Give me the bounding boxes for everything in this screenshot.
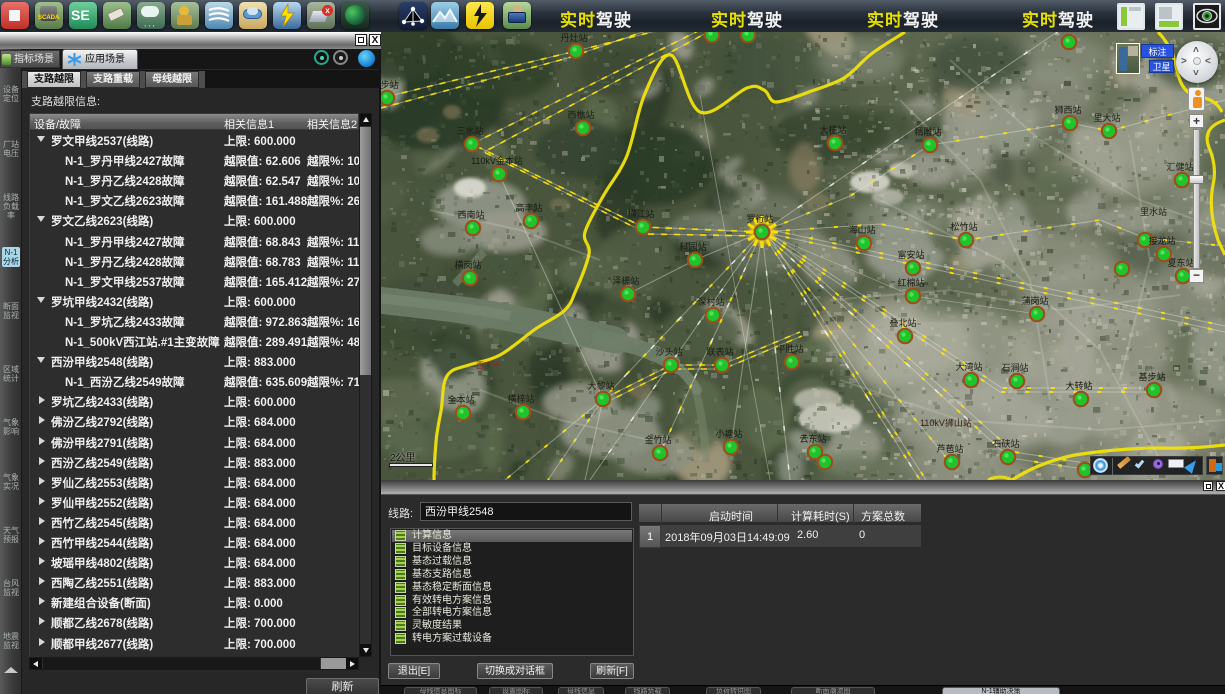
svg-text:红棉站: 红棉站	[897, 277, 924, 288]
svg-text:科园站: 科园站	[679, 241, 706, 252]
svg-text:大转站: 大转站	[1065, 380, 1092, 391]
svg-text:夏东站: 夏东站	[1167, 257, 1194, 268]
svg-text:海山站: 海山站	[848, 224, 875, 235]
svg-text:富安站: 富安站	[897, 249, 924, 260]
svg-text:大黎站: 大黎站	[587, 380, 614, 391]
svg-text:狮西站: 狮西站	[1054, 104, 1081, 115]
svg-text:石硖站: 石硖站	[992, 438, 1019, 449]
svg-text:汇健站: 汇健站	[1166, 161, 1193, 172]
svg-text:大榄站: 大榄站	[819, 124, 846, 135]
svg-text:接龙站: 接龙站	[1148, 235, 1175, 246]
svg-text:三水站: 三水站	[456, 125, 483, 136]
svg-text:110kV狮山站: 110kV狮山站	[920, 417, 972, 428]
svg-text:平胜站: 平胜站	[776, 343, 803, 354]
svg-text:基步站: 基步站	[1138, 371, 1165, 382]
svg-text:糈雕站: 糈雕站	[914, 126, 941, 137]
svg-text:高丰站: 高丰站	[515, 202, 542, 213]
svg-text:西樵站: 西樵站	[567, 109, 594, 120]
svg-text:西南站: 西南站	[457, 209, 484, 220]
svg-text:里水站: 里水站	[1140, 206, 1167, 217]
svg-text:泽槎站: 泽槎站	[612, 275, 639, 286]
svg-text:小塘站: 小塘站	[715, 428, 742, 439]
svg-text:沙头站: 沙头站	[655, 346, 682, 357]
svg-text:金竹站: 金竹站	[644, 434, 671, 445]
svg-text:深村站: 深村站	[697, 296, 724, 307]
svg-text:芦苞站: 芦苞站	[936, 443, 963, 454]
svg-text:横岗站: 横岗站	[454, 259, 481, 270]
svg-text:炭步站: 炭步站	[381, 79, 399, 90]
svg-text:石涧站: 石涧站	[1001, 362, 1028, 373]
svg-text:110kV金本站: 110kV金本站	[471, 155, 523, 166]
svg-text:云东站: 云东站	[799, 433, 826, 444]
svg-text:叠北站: 叠北站	[889, 317, 916, 328]
svg-text:横梓站: 横梓站	[507, 393, 534, 404]
svg-text:联表站: 联表站	[706, 346, 733, 357]
svg-text:丹灶站: 丹灶站	[560, 32, 587, 43]
svg-text:罗行站: 罗行站	[746, 213, 773, 224]
svg-text:蒲岗站: 蒲岗站	[1021, 295, 1048, 306]
svg-text:西二环: 西二环	[476, 361, 500, 370]
svg-text:横江站: 横江站	[627, 208, 654, 219]
svg-text:松竹站: 松竹站	[950, 221, 977, 232]
svg-text:大湾站: 大湾站	[955, 361, 982, 372]
svg-text:金本站: 金本站	[447, 394, 474, 405]
svg-text:里大站: 里大站	[1093, 112, 1120, 123]
